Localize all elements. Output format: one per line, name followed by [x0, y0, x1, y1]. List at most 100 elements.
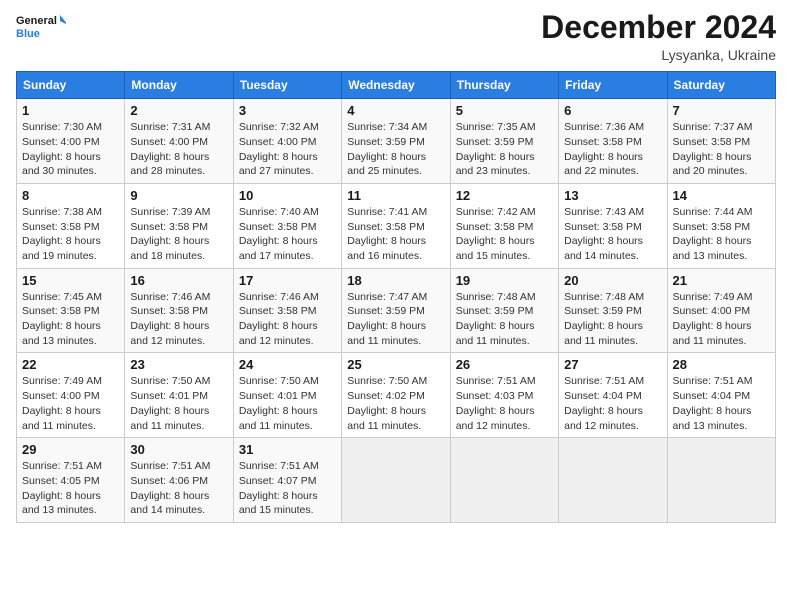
calendar-header: Sunday Monday Tuesday Wednesday Thursday…: [17, 72, 776, 99]
daylight-label: Daylight: 8 hours and 12 minutes.: [564, 405, 643, 432]
sunrise-value: 7:45 AM: [63, 291, 102, 303]
sunset-value: 3:58 PM: [169, 221, 208, 233]
subtitle: Lysyanka, Ukraine: [541, 47, 776, 63]
sunrise-value: 7:49 AM: [63, 375, 102, 387]
calendar-week-row: 8 Sunrise: 7:38 AM Sunset: 3:58 PM Dayli…: [17, 183, 776, 268]
daylight-label: Daylight: 8 hours and 19 minutes.: [22, 235, 101, 262]
sunrise-value: 7:49 AM: [714, 291, 753, 303]
day-info: Sunrise: 7:32 AM Sunset: 4:00 PM Dayligh…: [239, 120, 336, 179]
calendar-cell: 2 Sunrise: 7:31 AM Sunset: 4:00 PM Dayli…: [125, 99, 233, 184]
daylight-label: Daylight: 8 hours and 12 minutes.: [239, 320, 318, 347]
calendar-cell: 18 Sunrise: 7:47 AM Sunset: 3:59 PM Dayl…: [342, 268, 450, 353]
logo: General Blue: [16, 10, 66, 46]
day-info: Sunrise: 7:51 AM Sunset: 4:07 PM Dayligh…: [239, 459, 336, 518]
day-info: Sunrise: 7:51 AM Sunset: 4:06 PM Dayligh…: [130, 459, 227, 518]
sunrise-value: 7:44 AM: [714, 206, 753, 218]
day-info: Sunrise: 7:42 AM Sunset: 3:58 PM Dayligh…: [456, 205, 553, 264]
daylight-label: Daylight: 8 hours and 17 minutes.: [239, 235, 318, 262]
header-monday: Monday: [125, 72, 233, 99]
daylight-label: Daylight: 8 hours and 13 minutes.: [673, 405, 752, 432]
sunrise-value: 7:50 AM: [280, 375, 319, 387]
sunrise-label: Sunrise:: [239, 375, 280, 387]
day-info: Sunrise: 7:51 AM Sunset: 4:04 PM Dayligh…: [673, 374, 770, 433]
sunset-value: 4:00 PM: [61, 136, 100, 148]
day-number: 22: [22, 357, 119, 372]
sunrise-label: Sunrise:: [564, 375, 605, 387]
sunrise-label: Sunrise:: [22, 375, 63, 387]
daylight-label: Daylight: 8 hours and 12 minutes.: [130, 320, 209, 347]
daylight-label: Daylight: 8 hours and 15 minutes.: [456, 235, 535, 262]
daylight-label: Daylight: 8 hours and 13 minutes.: [22, 490, 101, 517]
sunrise-label: Sunrise:: [239, 291, 280, 303]
sunrise-value: 7:46 AM: [172, 291, 211, 303]
sunrise-value: 7:50 AM: [389, 375, 428, 387]
sunrise-label: Sunrise:: [239, 121, 280, 133]
sunrise-label: Sunrise:: [564, 121, 605, 133]
daylight-label: Daylight: 8 hours and 13 minutes.: [673, 235, 752, 262]
calendar-body: 1 Sunrise: 7:30 AM Sunset: 4:00 PM Dayli…: [17, 99, 776, 523]
sunset-label: Sunset:: [456, 305, 495, 317]
day-info: Sunrise: 7:51 AM Sunset: 4:03 PM Dayligh…: [456, 374, 553, 433]
day-info: Sunrise: 7:43 AM Sunset: 3:58 PM Dayligh…: [564, 205, 661, 264]
day-info: Sunrise: 7:44 AM Sunset: 3:58 PM Dayligh…: [673, 205, 770, 264]
day-info: Sunrise: 7:48 AM Sunset: 3:59 PM Dayligh…: [564, 290, 661, 349]
sunset-label: Sunset:: [239, 390, 278, 402]
calendar-cell: 16 Sunrise: 7:46 AM Sunset: 3:58 PM Dayl…: [125, 268, 233, 353]
calendar-cell: 1 Sunrise: 7:30 AM Sunset: 4:00 PM Dayli…: [17, 99, 125, 184]
day-number: 17: [239, 273, 336, 288]
sunrise-value: 7:51 AM: [714, 375, 753, 387]
sunset-value: 4:01 PM: [277, 390, 316, 402]
day-number: 4: [347, 103, 444, 118]
sunrise-label: Sunrise:: [130, 291, 171, 303]
daylight-label: Daylight: 8 hours and 11 minutes.: [564, 320, 643, 347]
sunrise-value: 7:41 AM: [389, 206, 428, 218]
sunset-value: 3:58 PM: [494, 221, 533, 233]
sunset-value: 3:58 PM: [61, 221, 100, 233]
sunrise-value: 7:30 AM: [63, 121, 102, 133]
day-info: Sunrise: 7:41 AM Sunset: 3:58 PM Dayligh…: [347, 205, 444, 264]
sunrise-value: 7:51 AM: [497, 375, 536, 387]
calendar-cell: 29 Sunrise: 7:51 AM Sunset: 4:05 PM Dayl…: [17, 438, 125, 523]
day-number: 27: [564, 357, 661, 372]
day-info: Sunrise: 7:39 AM Sunset: 3:58 PM Dayligh…: [130, 205, 227, 264]
sunset-value: 4:07 PM: [277, 475, 316, 487]
sunrise-value: 7:37 AM: [714, 121, 753, 133]
calendar-cell: 31 Sunrise: 7:51 AM Sunset: 4:07 PM Dayl…: [233, 438, 341, 523]
sunrise-label: Sunrise:: [456, 291, 497, 303]
sunset-label: Sunset:: [239, 305, 278, 317]
sunrise-value: 7:38 AM: [63, 206, 102, 218]
day-number: 24: [239, 357, 336, 372]
sunset-label: Sunset:: [130, 475, 169, 487]
svg-text:General: General: [16, 15, 57, 27]
sunset-label: Sunset:: [347, 221, 386, 233]
day-info: Sunrise: 7:34 AM Sunset: 3:59 PM Dayligh…: [347, 120, 444, 179]
sunrise-value: 7:40 AM: [280, 206, 319, 218]
day-info: Sunrise: 7:46 AM Sunset: 3:58 PM Dayligh…: [130, 290, 227, 349]
calendar-cell: 26 Sunrise: 7:51 AM Sunset: 4:03 PM Dayl…: [450, 353, 558, 438]
calendar-cell: 24 Sunrise: 7:50 AM Sunset: 4:01 PM Dayl…: [233, 353, 341, 438]
daylight-label: Daylight: 8 hours and 11 minutes.: [239, 405, 318, 432]
calendar-week-row: 29 Sunrise: 7:51 AM Sunset: 4:05 PM Dayl…: [17, 438, 776, 523]
sunrise-label: Sunrise:: [673, 121, 714, 133]
sunrise-value: 7:36 AM: [606, 121, 645, 133]
sunset-label: Sunset:: [130, 221, 169, 233]
sunrise-label: Sunrise:: [22, 121, 63, 133]
header-friday: Friday: [559, 72, 667, 99]
sunrise-label: Sunrise:: [347, 375, 388, 387]
calendar-table: Sunday Monday Tuesday Wednesday Thursday…: [16, 71, 776, 523]
sunrise-value: 7:32 AM: [280, 121, 319, 133]
sunrise-label: Sunrise:: [564, 206, 605, 218]
sunset-value: 3:59 PM: [494, 305, 533, 317]
sunset-label: Sunset:: [564, 390, 603, 402]
daylight-label: Daylight: 8 hours and 28 minutes.: [130, 151, 209, 178]
calendar-cell: 25 Sunrise: 7:50 AM Sunset: 4:02 PM Dayl…: [342, 353, 450, 438]
sunset-value: 3:58 PM: [61, 305, 100, 317]
sunset-value: 4:04 PM: [603, 390, 642, 402]
sunrise-value: 7:51 AM: [172, 460, 211, 472]
day-info: Sunrise: 7:31 AM Sunset: 4:00 PM Dayligh…: [130, 120, 227, 179]
day-info: Sunrise: 7:45 AM Sunset: 3:58 PM Dayligh…: [22, 290, 119, 349]
day-info: Sunrise: 7:37 AM Sunset: 3:58 PM Dayligh…: [673, 120, 770, 179]
day-number: 12: [456, 188, 553, 203]
day-info: Sunrise: 7:35 AM Sunset: 3:59 PM Dayligh…: [456, 120, 553, 179]
day-info: Sunrise: 7:50 AM Sunset: 4:02 PM Dayligh…: [347, 374, 444, 433]
